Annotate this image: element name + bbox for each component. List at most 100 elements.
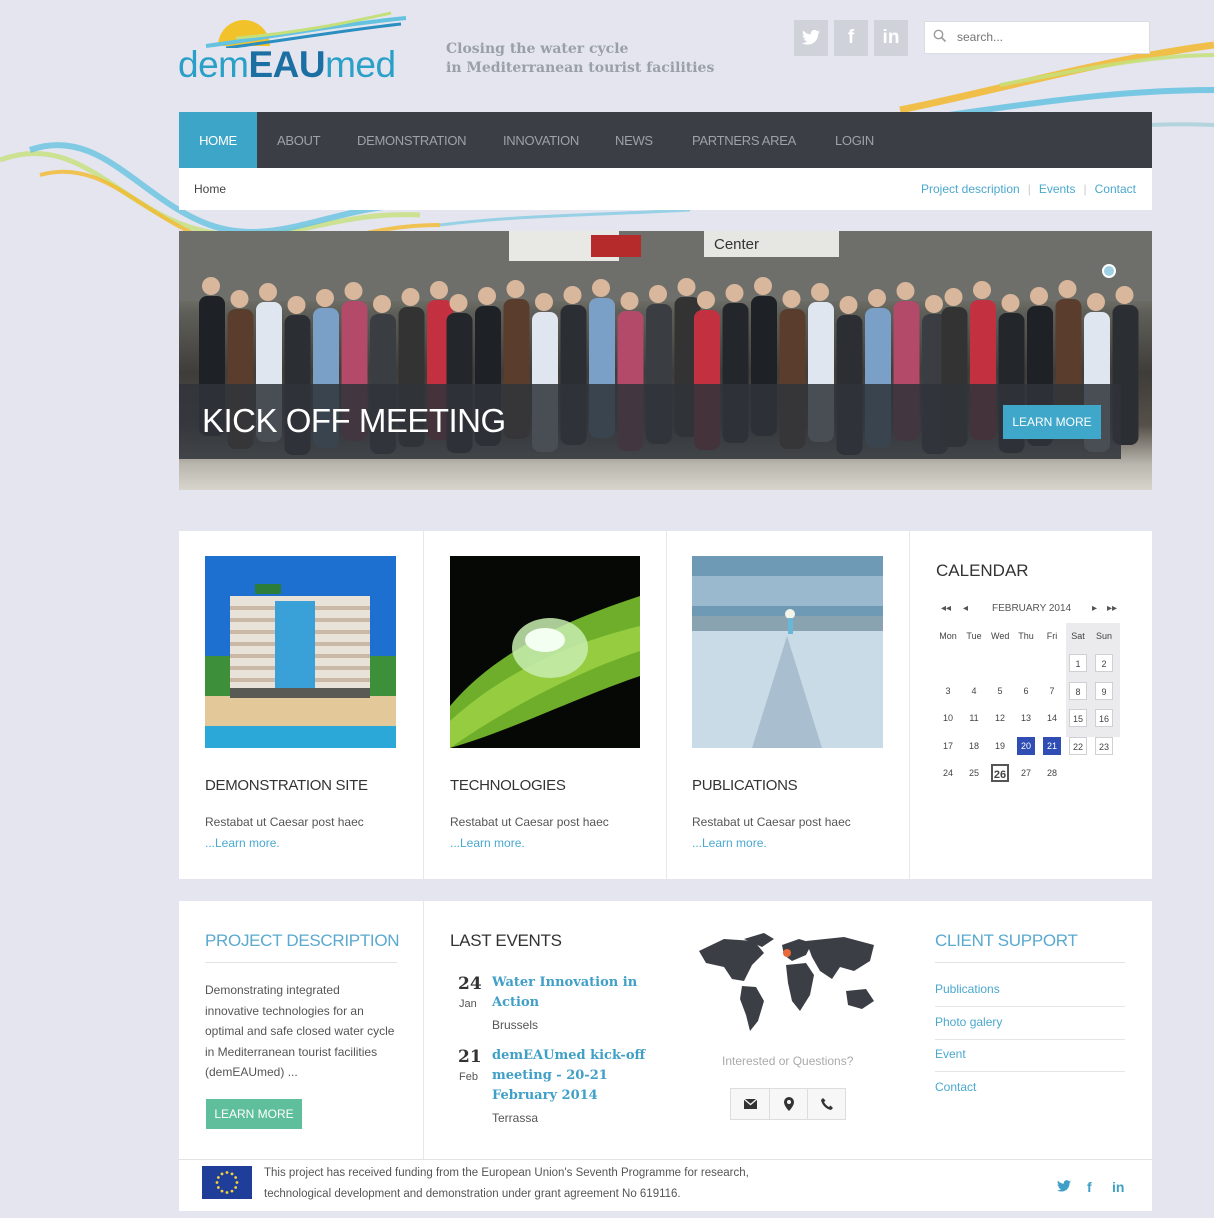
demonstration-site-image[interactable]: [205, 556, 396, 748]
next-year-button[interactable]: ▸▸: [1107, 603, 1117, 614]
footer-facebook-link[interactable]: f: [1087, 1179, 1092, 1195]
link-contact[interactable]: Contact: [1095, 182, 1136, 196]
calendar-day[interactable]: 23: [1095, 736, 1113, 755]
quick-links: Project description | Events | Contact: [920, 182, 1136, 196]
card-title-technologies[interactable]: TECHNOLOGIES: [450, 777, 566, 794]
twitter-button[interactable]: [794, 20, 828, 56]
world-map-icon: [699, 933, 874, 1031]
calendar-day[interactable]: 28: [1043, 764, 1061, 782]
support-link-publications[interactable]: Publications: [935, 982, 1125, 996]
phone-button[interactable]: [807, 1089, 846, 1119]
calendar-weekday: Tue: [966, 631, 982, 641]
contact-buttons: [730, 1088, 846, 1120]
link-events[interactable]: Events: [1039, 182, 1076, 196]
link-project-description[interactable]: Project description: [921, 182, 1020, 196]
calendar-weekday: Sat: [1071, 631, 1085, 641]
calendar-day[interactable]: 24: [939, 764, 957, 782]
nav-item-innovation[interactable]: INNOVATION: [503, 112, 579, 168]
info-panel: PROJECT DESCRIPTION Demonstrating integr…: [179, 901, 1152, 1211]
calendar-day[interactable]: 4: [965, 682, 983, 700]
nav-item-demonstration[interactable]: DEMONSTRATION: [357, 112, 467, 168]
calendar-month: FEBRUARY 2014: [992, 603, 1072, 614]
linkedin-button[interactable]: in: [874, 20, 908, 56]
hero-title: KICK OFF MEETING: [202, 402, 506, 439]
calendar-weekday: Mon: [939, 631, 957, 641]
facebook-button[interactable]: f: [834, 20, 868, 56]
calendar-weekday: Thu: [1018, 631, 1034, 641]
calendar-day[interactable]: 16: [1095, 709, 1113, 727]
card-title-demonstration-site[interactable]: DEMONSTRATION SITE: [205, 777, 368, 794]
prev-month-button[interactable]: ◂: [963, 603, 968, 614]
calendar-day[interactable]: 9: [1095, 681, 1113, 700]
calendar-day[interactable]: 13: [1017, 709, 1035, 727]
nav-item-partners-area[interactable]: PARTNERS AREA: [692, 112, 796, 168]
calendar-title: CALENDAR: [936, 561, 1029, 580]
site-logo[interactable]: demEAUmed: [176, 8, 436, 88]
event-title[interactable]: demEAUmed kick-off meeting - 20-21 Febru…: [492, 1046, 652, 1106]
card-learn-more-link[interactable]: ...Learn more.: [692, 836, 767, 850]
footer-linkedin-link[interactable]: in: [1112, 1179, 1124, 1195]
calendar-day[interactable]: 27: [1017, 764, 1035, 782]
contact-question: Interested or Questions?: [722, 1054, 854, 1068]
email-button[interactable]: [731, 1089, 769, 1119]
calendar-day[interactable]: 17: [939, 737, 957, 755]
support-link-event[interactable]: Event: [935, 1047, 1125, 1061]
calendar-day[interactable]: 7: [1043, 682, 1061, 700]
calendar-event-day[interactable]: 21: [1043, 736, 1061, 755]
footer-twitter-link[interactable]: [1057, 1179, 1071, 1195]
eu-flag-logo: [202, 1166, 252, 1199]
calendar-day[interactable]: 3: [939, 682, 957, 700]
search-box[interactable]: [924, 21, 1150, 54]
linkedin-icon: in: [882, 27, 900, 48]
next-month-button[interactable]: ▸: [1092, 603, 1097, 614]
location-button[interactable]: [769, 1089, 808, 1119]
last-events-title: LAST EVENTS: [450, 931, 562, 950]
calendar-day[interactable]: 8: [1069, 681, 1087, 700]
slider-dot[interactable]: [1102, 264, 1116, 278]
card-learn-more-link[interactable]: ...Learn more.: [205, 836, 280, 850]
logo-sun-icon: [205, 11, 407, 48]
publications-image[interactable]: [692, 556, 883, 748]
main-nav: HOME ABOUT DEMONSTRATION INNOVATION NEWS…: [179, 112, 1152, 168]
funding-notice: This project has received funding from t…: [264, 1167, 749, 1200]
nav-item-news[interactable]: NEWS: [615, 112, 653, 168]
calendar-day[interactable]: 12: [991, 709, 1009, 727]
search-icon: [933, 29, 947, 43]
nav-item-home[interactable]: HOME: [179, 112, 257, 168]
hero-learn-more-button[interactable]: LEARN MORE: [1003, 405, 1101, 439]
calendar-day[interactable]: 14: [1043, 709, 1061, 727]
calendar-day[interactable]: 6: [1017, 682, 1035, 700]
card-title-publications[interactable]: PUBLICATIONS: [692, 777, 798, 794]
event-month: Jan: [459, 998, 477, 1010]
calendar-day[interactable]: 25: [965, 764, 983, 782]
prev-year-button[interactable]: ◂◂: [941, 603, 951, 614]
calendar-day[interactable]: 10: [939, 709, 957, 727]
calendar-day[interactable]: 11: [965, 709, 983, 727]
card-learn-more-link[interactable]: ...Learn more.: [450, 836, 525, 850]
calendar-day[interactable]: 2: [1095, 654, 1113, 672]
hero-sign-text: Center: [714, 236, 759, 253]
project-learn-more-button[interactable]: LEARN MORE: [206, 1099, 302, 1129]
twitter-icon: [1057, 1180, 1071, 1192]
calendar-day[interactable]: 15: [1069, 709, 1087, 727]
technologies-image[interactable]: [450, 556, 640, 748]
card-text: Restabat ut Caesar post haec: [692, 815, 851, 829]
search-input[interactable]: [955, 29, 1144, 45]
calendar-day[interactable]: 5: [991, 682, 1009, 700]
event-title[interactable]: Water Innovation in Action: [492, 973, 652, 1013]
nav-item-login[interactable]: LOGIN: [835, 112, 874, 168]
support-link-photo-gallery[interactable]: Photo galery: [935, 1015, 1125, 1029]
calendar-day[interactable]: 1: [1069, 654, 1087, 672]
calendar-day[interactable]: 18: [965, 737, 983, 755]
calendar-weekday: Fri: [1046, 631, 1058, 641]
support-link-contact[interactable]: Contact: [935, 1080, 1125, 1094]
envelope-icon: [743, 1099, 757, 1109]
client-support-title: CLIENT SUPPORT: [935, 931, 1078, 950]
calendar-day[interactable]: 22: [1069, 736, 1087, 755]
calendar-day[interactable]: 19: [991, 737, 1009, 755]
calendar-today[interactable]: 26: [991, 764, 1009, 782]
nav-item-about[interactable]: ABOUT: [277, 112, 321, 168]
calendar-event-day[interactable]: 20: [1017, 736, 1035, 755]
card-text: Restabat ut Caesar post haec: [450, 815, 609, 829]
event-month: Feb: [459, 1071, 478, 1083]
